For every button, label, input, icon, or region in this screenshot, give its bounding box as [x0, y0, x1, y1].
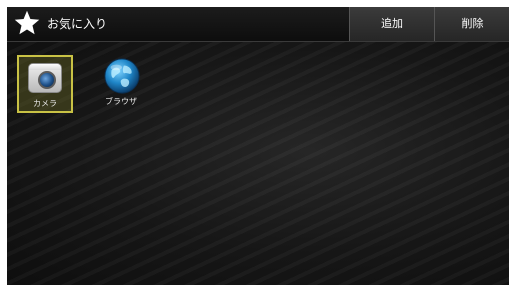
app-tile-camera[interactable]: カメラ — [17, 55, 73, 113]
app-grid: カメラ ブラウザ — [7, 42, 509, 285]
star-icon — [14, 10, 40, 35]
delete-button[interactable]: 削除 — [434, 7, 509, 41]
favorites-screen: お気に入り 追加 削除 カメラ ブラウザ — [7, 7, 509, 285]
camera-icon — [28, 63, 62, 93]
page-title: お気に入り — [47, 17, 108, 31]
app-tile-browser[interactable]: ブラウザ — [93, 55, 149, 113]
app-label-browser: ブラウザ — [105, 97, 137, 106]
app-label-camera: カメラ — [33, 99, 57, 108]
globe-icon — [104, 58, 140, 94]
add-button[interactable]: 追加 — [349, 7, 434, 41]
header-bar: お気に入り 追加 削除 — [7, 7, 509, 42]
